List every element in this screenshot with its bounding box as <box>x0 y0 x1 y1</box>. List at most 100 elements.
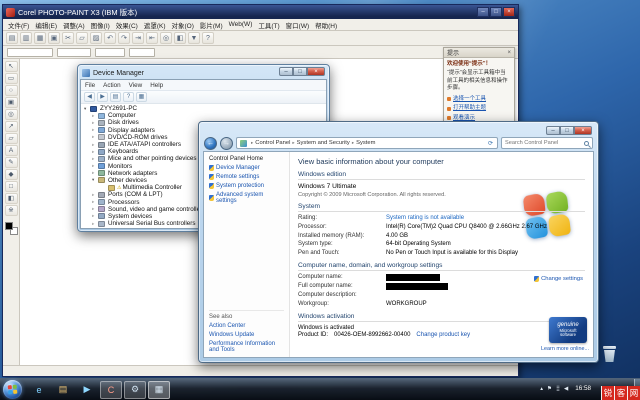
menu-item[interactable]: View <box>129 82 143 89</box>
paint-tool-icon[interactable]: ✎ <box>5 157 18 168</box>
foreground-color-swatch[interactable] <box>5 222 13 230</box>
address-bar[interactable]: ▸ Control Panel ▸ System and Security ▸ … <box>236 137 498 149</box>
export-icon[interactable]: ⇤ <box>146 32 158 44</box>
units-select[interactable] <box>129 48 155 57</box>
sidebar-item-device-manager[interactable]: Device Manager <box>209 165 284 171</box>
taskbar-device-manager-button[interactable]: ⚙ <box>124 381 146 399</box>
menu-item[interactable]: 遮罩(K) <box>144 20 166 30</box>
menu-item[interactable]: Action <box>103 82 121 89</box>
new-icon[interactable]: ▤ <box>6 32 18 44</box>
sidebar-item-performance-tools[interactable]: Performance Information and Tools <box>209 341 284 353</box>
learn-more-link[interactable]: Learn more online... <box>541 346 589 352</box>
menu-item[interactable]: 调整(A) <box>63 20 85 30</box>
redo-icon[interactable]: ↷ <box>118 32 130 44</box>
menu-item[interactable]: 图像(I) <box>91 20 110 30</box>
start-button[interactable] <box>3 380 22 399</box>
change-product-key-link[interactable]: Change product key <box>416 332 470 338</box>
copy-icon[interactable]: ▱ <box>76 32 88 44</box>
menu-item[interactable]: 工具(T) <box>258 20 279 30</box>
text-tool-icon[interactable]: A <box>5 145 18 156</box>
hint-link[interactable]: 打开帮助主题 <box>447 105 511 112</box>
paper-type-select[interactable] <box>7 48 53 57</box>
eraser-tool-icon[interactable]: ▱ <box>5 133 18 144</box>
sidebar-item-system-protection[interactable]: System protection <box>209 183 284 189</box>
sidebar-item-windows-update[interactable]: Windows Update <box>209 332 284 338</box>
genuine-microsoft-badge[interactable]: genuine Microsoft software <box>549 317 587 343</box>
sidebar-item-action-center[interactable]: Action Center <box>209 323 284 329</box>
minimize-button[interactable]: – <box>546 126 560 135</box>
close-button[interactable]: × <box>307 67 325 76</box>
paste-icon[interactable]: ▨ <box>90 32 102 44</box>
scan-hardware-icon[interactable]: ▦ <box>136 92 147 102</box>
menu-item[interactable]: Web(W) <box>229 21 253 28</box>
zoom-tool-icon[interactable]: ◎ <box>5 109 18 120</box>
close-icon[interactable]: × <box>507 50 511 56</box>
forward-button[interactable]: → <box>220 137 233 150</box>
taskbar-corel-button[interactable]: C <box>100 381 122 399</box>
zoom-select-icon[interactable]: ◎ <box>160 32 172 44</box>
back-icon[interactable]: ◀ <box>84 92 95 102</box>
pick-tool-icon[interactable]: ↖ <box>5 61 18 72</box>
palette-icon[interactable]: ▼ <box>188 32 200 44</box>
color-control[interactable] <box>5 222 18 235</box>
effect-tool-icon[interactable]: ◆ <box>5 169 18 180</box>
show-window-icon[interactable]: ▤ <box>110 92 121 102</box>
menu-item[interactable]: 影片(M) <box>200 20 223 30</box>
mask-circle-tool-icon[interactable]: ○ <box>5 85 18 96</box>
mask-rect-tool-icon[interactable]: ▭ <box>5 73 18 84</box>
menu-item[interactable]: 文件(F) <box>8 20 29 30</box>
open-icon[interactable]: ▥ <box>20 32 32 44</box>
save-icon[interactable]: ▦ <box>34 32 46 44</box>
fill-tool-icon[interactable]: ◧ <box>5 193 18 204</box>
corel-title-bar[interactable]: Corel PHOTO-PAINT X3 (IBM 版本) – □ × <box>3 5 518 19</box>
taskbar-clock[interactable]: 16:58 <box>572 386 594 393</box>
search-box[interactable] <box>501 137 593 149</box>
help-icon[interactable]: ? <box>202 32 214 44</box>
breadcrumb-segment[interactable]: ▸ System and Security <box>290 140 349 146</box>
network-icon[interactable]: ⣿ <box>556 386 560 392</box>
recycle-bin-icon[interactable] <box>603 346 616 362</box>
tray-expand-icon[interactable]: ▴ <box>540 386 543 392</box>
menu-item[interactable]: 对象(O) <box>172 20 194 30</box>
close-button[interactable]: × <box>574 126 592 135</box>
volume-icon[interactable]: ◀ <box>564 386 568 392</box>
change-settings-link[interactable]: Change settings <box>534 276 583 282</box>
eyedropper-tool-icon[interactable]: ↗ <box>5 121 18 132</box>
maximize-button[interactable]: □ <box>560 126 574 135</box>
sidebar-item-control-panel-home[interactable]: Control Panel Home <box>209 156 284 162</box>
search-input[interactable] <box>505 140 584 146</box>
breadcrumb-segment[interactable]: ▸ System <box>350 140 376 146</box>
menu-item[interactable]: File <box>85 82 95 89</box>
shape-tool-icon[interactable]: □ <box>5 181 18 192</box>
close-button[interactable]: × <box>503 7 515 17</box>
tree-item[interactable]: ▹ Computer <box>83 112 324 119</box>
resolution-select[interactable] <box>95 48 125 57</box>
refresh-icon[interactable]: ⟳ <box>487 140 494 147</box>
taskbar-ie-button[interactable]: e <box>28 381 50 399</box>
import-icon[interactable]: ⇥ <box>132 32 144 44</box>
taskbar-explorer-button[interactable]: ▤ <box>52 381 74 399</box>
breadcrumb-segment[interactable]: ▸ Control Panel <box>249 140 290 146</box>
minimize-button[interactable]: – <box>477 7 489 17</box>
paper-size-select[interactable] <box>57 48 91 57</box>
back-button[interactable]: ← <box>204 137 217 150</box>
menu-item[interactable]: 效果(C) <box>116 20 138 30</box>
forward-icon[interactable]: ▶ <box>97 92 108 102</box>
options-icon[interactable]: ◧ <box>174 32 186 44</box>
cut-icon[interactable]: ✂ <box>62 32 74 44</box>
taskbar-media-player-button[interactable]: ▶ <box>76 381 98 399</box>
maximize-button[interactable]: □ <box>293 67 307 76</box>
hint-link[interactable]: 选择一个工具 <box>447 96 511 103</box>
tree-root-computer[interactable]: ▾ ZYY2691-PC <box>83 105 324 112</box>
menu-item[interactable]: Help <box>150 82 163 89</box>
sidebar-item-remote-settings[interactable]: Remote settings <box>209 174 284 180</box>
undo-icon[interactable]: ↶ <box>104 32 116 44</box>
menu-item[interactable]: 帮助(H) <box>315 20 337 30</box>
menu-item[interactable]: 窗口(W) <box>286 20 309 30</box>
help-icon[interactable]: ? <box>123 92 134 102</box>
maximize-button[interactable]: □ <box>490 7 502 17</box>
taskbar-control-panel-button[interactable]: ▦ <box>148 381 170 399</box>
system-title-bar[interactable]: – □ × <box>201 124 596 135</box>
action-center-icon[interactable]: ⚑ <box>547 386 552 392</box>
menu-item[interactable]: 编辑(E) <box>35 20 57 30</box>
